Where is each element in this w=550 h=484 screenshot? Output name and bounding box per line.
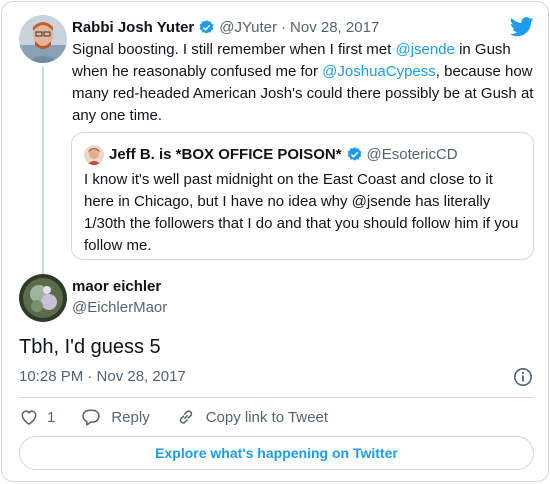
tweet-text-segment: Signal boosting. I still remember when I… xyxy=(72,41,396,58)
verified-badge-icon xyxy=(346,146,363,163)
quoted-author-avatar xyxy=(84,145,104,165)
reply-label: Reply xyxy=(111,408,150,426)
parent-tweet-date[interactable]: Nov 28, 2017 xyxy=(290,19,379,36)
quoted-tweet-text: I know it's well past midnight on the Ea… xyxy=(84,171,519,254)
explore-twitter-button[interactable]: Explore what's happening on Twitter xyxy=(19,436,534,470)
quoted-author-handle: @EsotericCD xyxy=(366,145,458,163)
main-author-name[interactable]: maor eichler xyxy=(72,278,161,295)
twitter-bird-icon[interactable] xyxy=(509,17,534,37)
heart-icon xyxy=(21,410,37,425)
quoted-tweet-header: Jeff B. is *BOX OFFICE POISON* @Esoteric… xyxy=(109,144,458,164)
verified-badge-icon xyxy=(198,19,215,36)
like-button[interactable]: 1 xyxy=(19,407,55,427)
main-tweet-text: Tbh, I'd guess 5 xyxy=(19,336,161,358)
main-author-avatar[interactable] xyxy=(19,274,67,322)
copy-link-button[interactable]: Copy link to Tweet xyxy=(176,407,328,427)
parent-tweet-text: Signal boosting. I still remember when I… xyxy=(72,39,534,127)
main-author-handle[interactable]: @EichlerMaor xyxy=(72,299,167,316)
like-count: 1 xyxy=(47,408,56,426)
parent-tweet-header: Rabbi Josh Yuter @JYuter · Nov 28, 2017 xyxy=(72,17,379,37)
copy-link-label: Copy link to Tweet xyxy=(205,408,328,426)
divider xyxy=(19,397,534,398)
mention-link[interactable]: @jsende xyxy=(395,41,454,58)
parent-author-handle[interactable]: @JYuter xyxy=(219,19,277,36)
parent-author-name[interactable]: Rabbi Josh Yuter xyxy=(72,19,194,36)
parent-author-avatar[interactable] xyxy=(19,15,67,63)
reply-icon xyxy=(82,409,101,426)
mention-link[interactable]: @JoshuaCypess xyxy=(322,63,436,80)
reply-button[interactable]: Reply xyxy=(81,407,150,427)
quoted-tweet[interactable]: Jeff B. is *BOX OFFICE POISON* @Esoteric… xyxy=(71,132,534,260)
link-icon xyxy=(179,410,192,424)
tweet-actions: 1 Reply Copy link to Tweet xyxy=(19,406,354,428)
quoted-author-name: Jeff B. is *BOX OFFICE POISON* xyxy=(109,145,342,163)
tweet-embed-card: Rabbi Josh Yuter @JYuter · Nov 28, 2017 … xyxy=(1,1,549,482)
info-icon[interactable] xyxy=(513,367,533,387)
header-separator: · xyxy=(281,18,287,36)
thread-connector-line xyxy=(42,66,44,274)
tweet-timestamp[interactable]: 10:28 PM · Nov 28, 2017 xyxy=(19,368,186,385)
